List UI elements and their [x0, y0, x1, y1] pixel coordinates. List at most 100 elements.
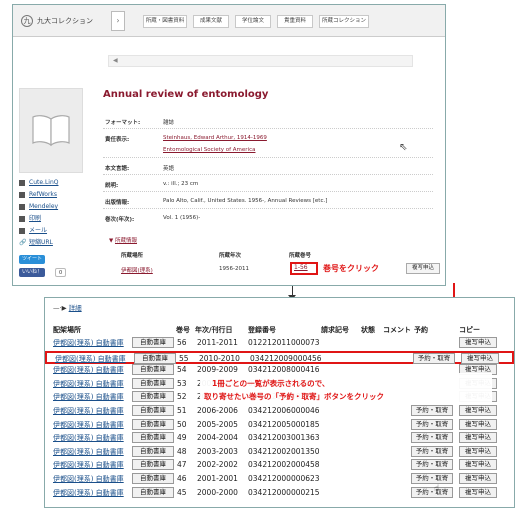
sidebar-item-mendeley[interactable]: Mendeley — [19, 201, 99, 213]
reserve-request-button[interactable]: 予約・取寄 — [413, 352, 455, 364]
row-register-number: 034212000000215 — [248, 487, 320, 497]
carousel-bar[interactable]: ◀ — [108, 55, 413, 67]
row-year: 2002-2002 — [197, 460, 238, 470]
reserve-request-button[interactable]: 予約・取寄 — [411, 486, 453, 498]
cutelinq-icon — [19, 180, 25, 186]
row-location-link[interactable]: 伊都図(理系) 自動書庫 — [53, 460, 124, 470]
col-comment: コメント — [383, 326, 411, 334]
row-year: 2011-2011 — [197, 338, 238, 347]
table-row: 伊都図(理系) 自動書庫 自動書庫 51 2006-2006 0342120060000… — [45, 405, 514, 418]
row-location-link[interactable]: 伊都図(理系) 自動書庫 — [53, 365, 124, 375]
copy-request-button[interactable]: 複写申込 — [459, 405, 497, 416]
row-location-link[interactable]: 伊都図(理系) 自動書庫 — [53, 392, 124, 402]
row-year: 2003-2003 — [197, 446, 238, 456]
auto-storage-button[interactable]: 自動書庫 — [132, 337, 174, 348]
auto-storage-button[interactable]: 自動書庫 — [132, 432, 174, 444]
auto-storage-button[interactable]: 自動書庫 — [132, 486, 174, 498]
format-value: 雑誌 — [163, 120, 175, 126]
copy-request-button[interactable]: 複写申込 — [406, 263, 440, 274]
row-location-link[interactable]: 伊都図(理系) 自動書庫 — [53, 379, 124, 389]
format-label: フォーマット: — [105, 120, 141, 126]
copy-request-button[interactable]: 複写申込 — [459, 418, 497, 430]
row-location-link[interactable]: 伊都図(理系) 自動書庫 — [53, 447, 124, 457]
auto-storage-button[interactable]: 自動書庫 — [132, 459, 174, 471]
row-location-link[interactable]: 伊都図(理系) 自動書庫 — [53, 406, 124, 416]
auto-storage-button[interactable]: 自動書庫 — [132, 473, 174, 484]
record-detail-screenshot: 九 九大コレクション › 所蔵・図書資料 成果文献 学位論文 貴重資料 所蔵コレ… — [12, 4, 446, 286]
copy-request-button[interactable]: 複写申込 — [459, 459, 497, 471]
sidebar-item-print[interactable]: 印刷 — [19, 213, 99, 225]
copy-request-button[interactable]: 複写申込 — [459, 432, 497, 444]
table-row: 伊都図(理系) 自動書庫 自動書庫 55 2010-2010 0342120090004… — [45, 350, 514, 364]
col-register: 登録番号 — [248, 326, 276, 334]
like-count: 0 — [55, 268, 67, 277]
row-register-number: 034212002000458 — [248, 460, 320, 470]
sidebar-item-refworks[interactable]: RefWorks — [19, 189, 99, 201]
nav-tab-results[interactable]: 成果文献 — [193, 15, 229, 28]
table-row: 伊都図(理系) 自動書庫 自動書庫 56 2011-2011 0122120110000… — [45, 337, 514, 350]
author-link-2[interactable]: Entomological Society of America — [163, 147, 255, 153]
tweet-button[interactable]: ツイート — [19, 255, 46, 264]
reserve-request-button[interactable]: 予約・取寄 — [411, 459, 453, 471]
row-location-link[interactable]: 伊都図(理系) 自動書庫 — [53, 433, 124, 443]
copy-request-button[interactable]: 複写申込 — [461, 352, 499, 364]
copy-request-button[interactable]: 複写申込 — [459, 486, 497, 498]
copy-request-button[interactable]: 複写申込 — [459, 337, 497, 348]
table-row: 伊都図(理系) 自動書庫 自動書庫 45 2000-2000 0342120000002… — [45, 486, 514, 500]
sidebar-item-mail[interactable]: メール — [19, 225, 99, 237]
volume-link[interactable]: 1-56 — [294, 264, 308, 271]
site-logo-text[interactable]: 九大コレクション — [37, 16, 93, 26]
divider — [103, 208, 433, 209]
left-arrow-icon[interactable]: ◀ — [113, 56, 118, 66]
auto-storage-button[interactable]: 自動書庫 — [132, 377, 174, 389]
auto-storage-button[interactable]: 自動書庫 — [132, 445, 174, 457]
chevron-right-icon[interactable]: › — [111, 11, 125, 31]
row-year: 2005-2005 — [197, 419, 238, 429]
row-volume: 48 — [177, 446, 187, 456]
row-location-link[interactable]: 伊都図(理系) 自動書庫 — [53, 488, 124, 498]
sidebar-item-short-url[interactable]: 🔗 短縮URL — [19, 237, 99, 249]
nav-tab-rare[interactable]: 貴重資料 — [277, 15, 313, 28]
mendeley-icon — [19, 204, 25, 210]
row-location-link[interactable]: 伊都図(理系) 自動書庫 — [55, 354, 126, 364]
nav-tab-collections[interactable]: 所蔵コレクション — [319, 15, 369, 28]
row-volume: 56 — [177, 338, 187, 347]
reserve-request-button[interactable]: 予約・取寄 — [411, 405, 453, 416]
col-call-number: 請求記号 — [321, 326, 349, 334]
responsibility-label: 責任表示: — [105, 137, 130, 143]
copy-request-button[interactable]: 複写申込 — [459, 473, 497, 484]
publication-label: 出版情報: — [105, 200, 130, 206]
auto-storage-button[interactable]: 自動書庫 — [132, 364, 174, 376]
reserve-request-button[interactable]: 予約・取寄 — [411, 445, 453, 457]
holdings-toggle[interactable]: ▼ 所蔵情報 — [109, 236, 137, 244]
nav-tab-theses[interactable]: 学位論文 — [235, 15, 271, 28]
reserve-request-button[interactable]: 予約・取寄 — [411, 473, 453, 484]
sidebar-item-cutelinq[interactable]: Cute.LinQ — [19, 177, 99, 189]
row-volume: 51 — [177, 406, 187, 415]
reserve-request-button[interactable]: 予約・取寄 — [411, 418, 453, 430]
col-location: 配架場所 — [53, 326, 81, 334]
auto-storage-button[interactable]: 自動書庫 — [132, 418, 174, 430]
author-link-1[interactable]: Steinhaus, Edward Arthur, 1914-1969 — [163, 135, 267, 141]
holdings-location-link[interactable]: 伊都図(理系) — [121, 266, 153, 274]
instruction-callout-line2: 取り寄せたい巻号の「予約・取寄」ボタンをクリック — [204, 392, 384, 401]
auto-storage-button[interactable]: 自動書庫 — [132, 405, 174, 416]
table-row: 伊都図(理系) 自動書庫 自動書庫 46 2001-2001 0342120000006… — [45, 473, 514, 486]
row-register-number: 034212009000456 — [250, 353, 322, 363]
reserve-request-button[interactable]: 予約・取寄 — [411, 432, 453, 444]
row-location-link[interactable]: 伊都図(理系) 自動書庫 — [53, 338, 124, 348]
row-location-link[interactable]: 伊都図(理系) 自動書庫 — [53, 420, 124, 430]
detail-toggle[interactable]: —·▶ 詳細 — [53, 302, 82, 312]
copy-request-button[interactable]: 複写申込 — [459, 445, 497, 457]
open-book-icon — [32, 115, 70, 147]
auto-storage-button[interactable]: 自動書庫 — [134, 352, 176, 364]
nav-tab-holdings[interactable]: 所蔵・図書資料 — [143, 15, 187, 28]
holdings-years: 1956-2011 — [219, 266, 249, 272]
auto-storage-button[interactable]: 自動書庫 — [132, 391, 174, 403]
row-volume: 50 — [177, 419, 187, 429]
row-volume: 46 — [177, 474, 187, 483]
link-icon: 🔗 — [19, 239, 27, 246]
row-location-link[interactable]: 伊都図(理系) 自動書庫 — [53, 474, 124, 484]
refworks-icon — [19, 192, 25, 198]
like-button[interactable]: いいね！ — [19, 268, 46, 277]
